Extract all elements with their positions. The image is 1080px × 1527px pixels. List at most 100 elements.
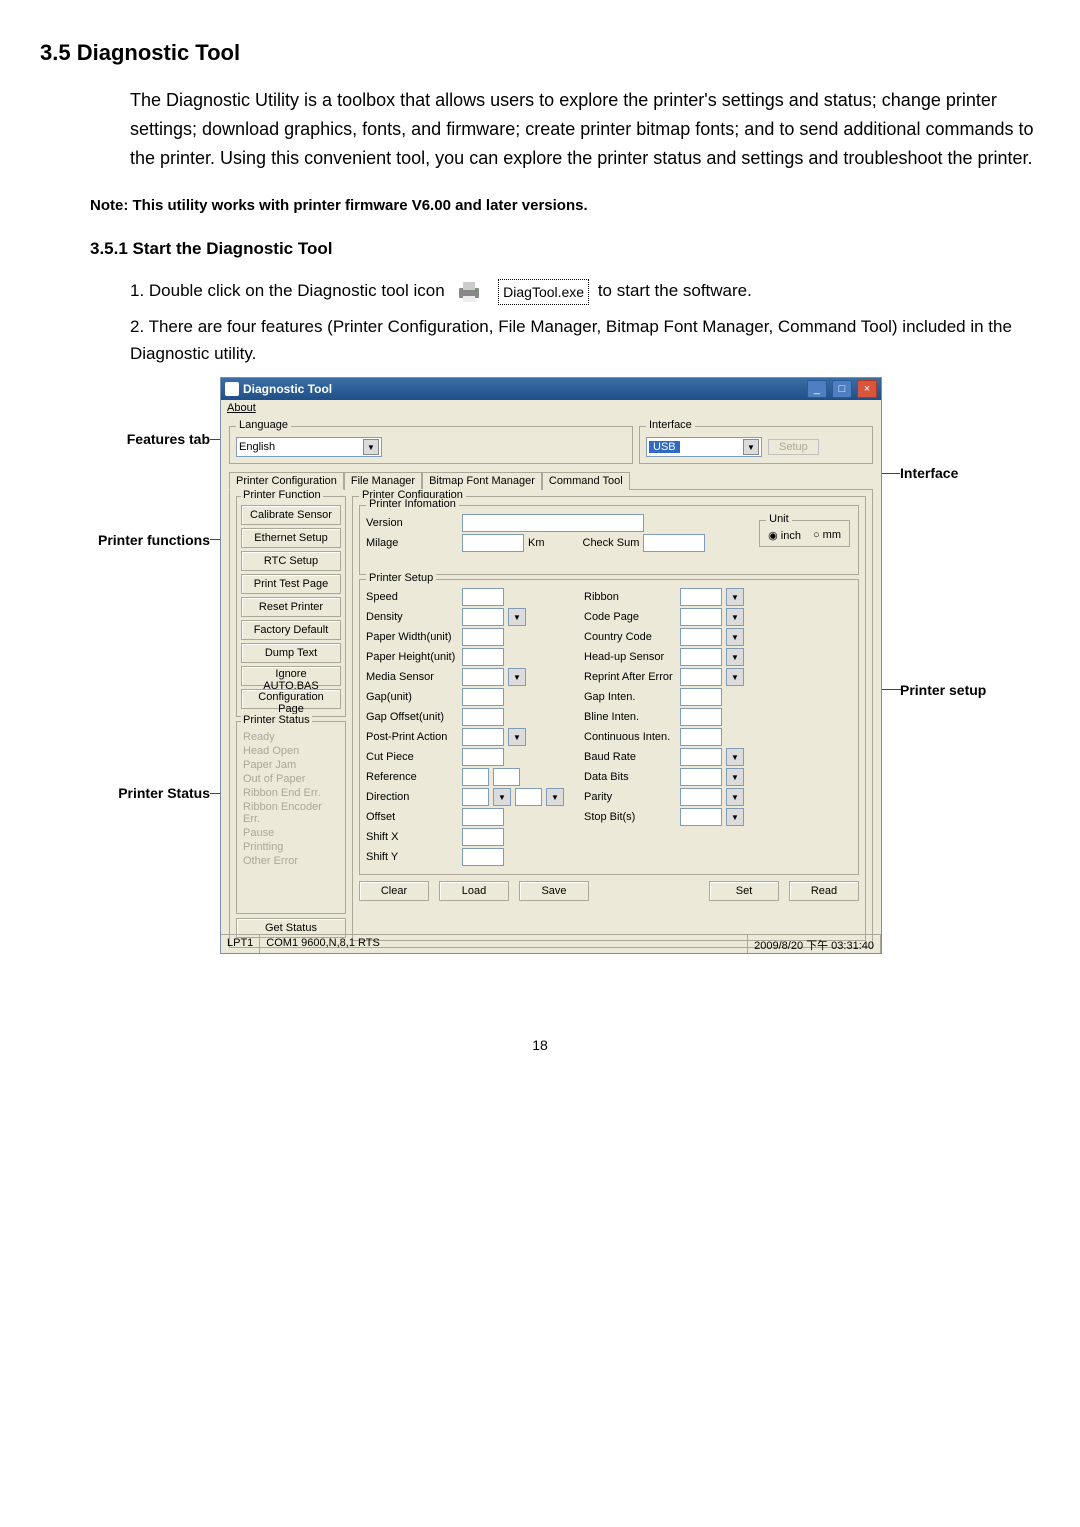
window-titlebar[interactable]: Diagnostic Tool _ □ × <box>221 378 881 400</box>
tab-bitmap-font-manager[interactable]: Bitmap Font Manager <box>422 472 542 490</box>
btn-load[interactable]: Load <box>439 881 509 901</box>
chevron-down-icon[interactable]: ▼ <box>508 608 526 626</box>
chevron-down-icon[interactable]: ▼ <box>493 788 511 806</box>
diagnostic-tool-window: Diagnostic Tool _ □ × About Language Eng… <box>220 377 882 954</box>
field-version[interactable] <box>462 514 644 532</box>
chevron-down-icon[interactable]: ▼ <box>726 768 744 786</box>
btn-configuration-page[interactable]: Configuration Page <box>241 689 341 709</box>
setup-field[interactable] <box>462 748 504 766</box>
btn-factory-default[interactable]: Factory Default <box>241 620 341 640</box>
field-milage[interactable] <box>462 534 524 552</box>
setup-label: Paper Height(unit) <box>366 651 458 663</box>
field-checksum[interactable] <box>643 534 705 552</box>
setup-field[interactable] <box>462 828 504 846</box>
btn-ethernet-setup[interactable]: Ethernet Setup <box>241 528 341 548</box>
chevron-down-icon[interactable]: ▼ <box>508 728 526 746</box>
setup-field[interactable] <box>462 768 489 786</box>
btn-rtc-setup[interactable]: RTC Setup <box>241 551 341 571</box>
status-com: COM1 9600,N,8,1 RTS <box>260 935 748 953</box>
minimize-button[interactable]: _ <box>807 380 827 398</box>
tab-panel: Printer Function Calibrate Sensor Ethern… <box>229 489 873 948</box>
setup-label: Bline Inten. <box>584 711 676 723</box>
setup-field[interactable] <box>680 768 722 786</box>
setup-row-left: Speed <box>366 588 564 606</box>
setup-field[interactable] <box>680 708 722 726</box>
setup-row-left: Reference <box>366 768 564 786</box>
printer-information-legend: Printer Infomation <box>366 498 459 510</box>
setup-field[interactable] <box>680 588 722 606</box>
setup-label: Gap Offset(unit) <box>366 711 458 723</box>
setup-field[interactable] <box>680 628 722 646</box>
setup-label: Continuous Inten. <box>584 731 676 743</box>
tabs-row: Printer Configuration File Manager Bitma… <box>229 472 873 490</box>
setup-field[interactable] <box>462 588 504 606</box>
setup-field[interactable] <box>462 788 489 806</box>
status-bar: LPT1 COM1 9600,N,8,1 RTS 2009/8/20 下午 03… <box>221 934 881 953</box>
setup-field[interactable] <box>680 668 722 686</box>
setup-field[interactable] <box>462 848 504 866</box>
setup-row-right: Parity▼ <box>584 788 744 806</box>
setup-row-left: Post-Print Action▼ <box>366 728 564 746</box>
btn-set[interactable]: Set <box>709 881 779 901</box>
btn-dump-text[interactable]: Dump Text <box>241 643 341 663</box>
chevron-down-icon[interactable]: ▼ <box>726 588 744 606</box>
setup-field[interactable] <box>680 648 722 666</box>
page-number: 18 <box>40 1037 1040 1053</box>
chevron-down-icon[interactable]: ▼ <box>726 808 744 826</box>
printer-status-legend: Printer Status <box>241 714 312 726</box>
close-button[interactable]: × <box>857 380 877 398</box>
btn-print-test-page[interactable]: Print Test Page <box>241 574 341 594</box>
window-title: Diagnostic Tool <box>243 382 332 396</box>
tab-command-tool[interactable]: Command Tool <box>542 472 630 490</box>
setup-field[interactable] <box>462 628 504 646</box>
setup-field[interactable] <box>680 728 722 746</box>
setup-label: Gap Inten. <box>584 691 676 703</box>
setup-row-right: Baud Rate▼ <box>584 748 744 766</box>
chevron-down-icon[interactable]: ▼ <box>726 648 744 666</box>
chevron-down-icon[interactable]: ▼ <box>508 668 526 686</box>
chevron-down-icon[interactable]: ▼ <box>726 668 744 686</box>
interface-group: Interface USB ▼ Setup <box>639 426 873 464</box>
setup-field[interactable] <box>515 788 542 806</box>
tab-file-manager[interactable]: File Manager <box>344 472 422 490</box>
setup-row-right: Reprint After Error▼ <box>584 668 744 686</box>
label-interface: Interface <box>900 465 958 481</box>
setup-field[interactable] <box>462 688 504 706</box>
setup-row-left: Cut Piece <box>366 748 564 766</box>
btn-clear[interactable]: Clear <box>359 881 429 901</box>
btn-ignore-autobas[interactable]: Ignore AUTO.BAS <box>241 666 341 686</box>
setup-field[interactable] <box>680 608 722 626</box>
setup-field[interactable] <box>462 608 504 626</box>
maximize-button[interactable]: □ <box>832 380 852 398</box>
setup-field[interactable] <box>493 768 520 786</box>
tab-printer-configuration[interactable]: Printer Configuration <box>229 472 344 490</box>
interface-dropdown[interactable]: USB ▼ <box>646 437 762 457</box>
radio-inch[interactable]: inch <box>768 529 801 542</box>
setup-field[interactable] <box>462 708 504 726</box>
btn-reset-printer[interactable]: Reset Printer <box>241 597 341 617</box>
chevron-down-icon[interactable]: ▼ <box>546 788 564 806</box>
setup-field[interactable] <box>462 648 504 666</box>
chevron-down-icon[interactable]: ▼ <box>726 788 744 806</box>
setup-field[interactable] <box>680 688 722 706</box>
setup-row-left: Direction▼▼ <box>366 788 564 806</box>
status-other-error: Other Error <box>241 854 341 868</box>
setup-field[interactable] <box>680 788 722 806</box>
setup-field[interactable] <box>462 668 504 686</box>
setup-field[interactable] <box>680 748 722 766</box>
setup-button[interactable]: Setup <box>768 439 819 455</box>
language-dropdown[interactable]: English ▼ <box>236 437 382 457</box>
setup-field[interactable] <box>680 808 722 826</box>
btn-calibrate-sensor[interactable]: Calibrate Sensor <box>241 505 341 525</box>
btn-save[interactable]: Save <box>519 881 589 901</box>
setup-field[interactable] <box>462 728 504 746</box>
chevron-down-icon[interactable]: ▼ <box>726 748 744 766</box>
radio-mm[interactable]: mm <box>813 529 841 542</box>
menu-about[interactable]: About <box>227 402 256 414</box>
chevron-down-icon[interactable]: ▼ <box>726 628 744 646</box>
btn-read[interactable]: Read <box>789 881 859 901</box>
note-text: Note: This utility works with printer fi… <box>90 197 1040 214</box>
setup-field[interactable] <box>462 808 504 826</box>
chevron-down-icon[interactable]: ▼ <box>726 608 744 626</box>
status-ribbon-encoder: Ribbon Encoder Err. <box>241 800 341 826</box>
